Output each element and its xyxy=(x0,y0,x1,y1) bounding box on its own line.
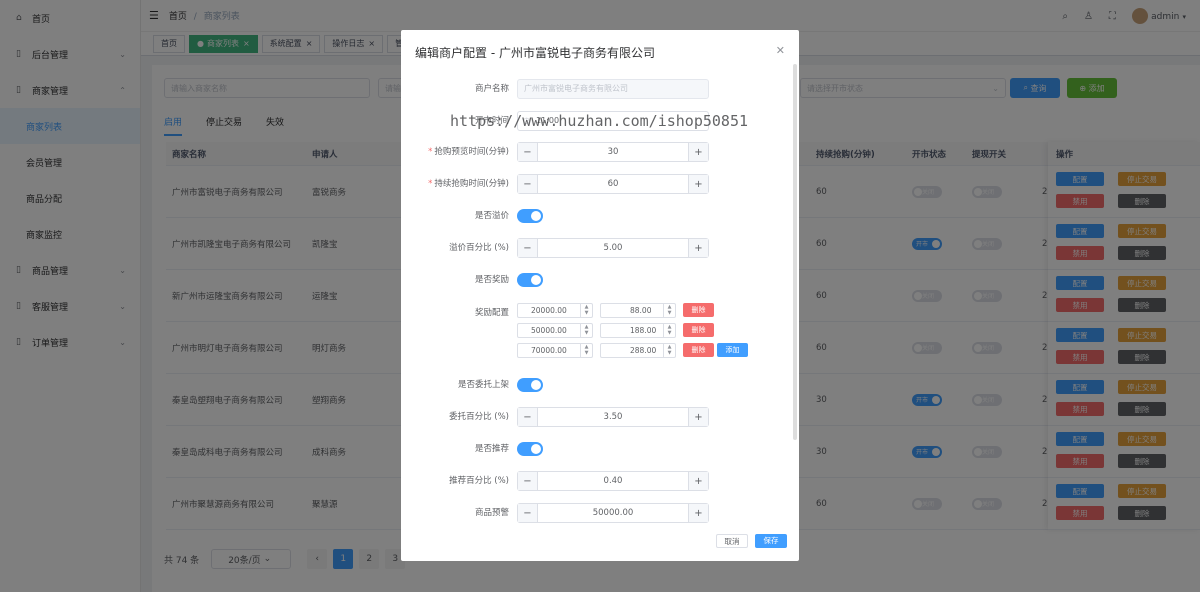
reward-add-button[interactable]: 添加 xyxy=(717,343,748,357)
recommend-toggle[interactable] xyxy=(517,442,543,456)
form-row-duration: * 持续抢购时间(分钟) − 60 + xyxy=(401,174,799,194)
form-row-entrust-pct: 委托百分比 (%) − 3.50 + xyxy=(401,407,799,427)
field-label: 是否溢价 xyxy=(474,211,509,221)
field-label: * 抢购预览时间(分钟) xyxy=(428,147,509,157)
minus-icon[interactable]: − xyxy=(518,175,538,193)
reward-value: 188.00 xyxy=(630,326,657,335)
form-row-warning: 商品预警 − 50000.00 + xyxy=(401,503,799,523)
reward-amount-input[interactable]: 50000.00 ▲ ▼ xyxy=(517,323,593,338)
reward-amount: 20000.00 xyxy=(531,306,567,315)
stepper-value: 50000.00 xyxy=(592,508,634,518)
reward-delete-button[interactable]: 删除 xyxy=(683,303,714,317)
plus-icon[interactable]: + xyxy=(688,408,708,426)
label-text: 抢购预览时间(分钟) xyxy=(434,147,509,157)
minus-icon[interactable]: − xyxy=(518,143,538,161)
cancel-button[interactable]: 取消 xyxy=(716,534,748,548)
dialog-title: 编辑商户配置 - 广州市富锐电子商务有限公司 xyxy=(415,46,655,60)
form-row-reward-config: 奖励配置 20000.00 ▲ ▼ 88.00 ▲ ▼ 删除 50000.00 ▲ ▼ 188.00… xyxy=(401,303,799,363)
field-label: 是否委托上架 xyxy=(457,380,509,390)
form-row-preview: * 抢购预览时间(分钟) − 30 + xyxy=(401,142,799,162)
reward-amount: 70000.00 xyxy=(531,346,567,355)
reward-value: 288.00 xyxy=(630,346,657,355)
form-row-entrust: 是否委托上架 xyxy=(401,375,799,395)
warning-stepper[interactable]: − 50000.00 + xyxy=(517,503,709,523)
close-icon[interactable]: ✕ xyxy=(776,44,785,57)
edit-merchant-dialog: 编辑商户配置 - 广州市富锐电子商务有限公司 ✕ 商户名称 广州市富锐电子商务有… xyxy=(401,30,799,561)
field-label: 商户名称 xyxy=(474,84,509,94)
stepper-value: 0.40 xyxy=(603,476,623,486)
stepper-value: 3.50 xyxy=(603,412,623,422)
watermark: https://www.huzhan.com/ishop50851 xyxy=(450,112,749,130)
save-button[interactable]: 保存 xyxy=(755,534,787,548)
stepper-value: 30 xyxy=(607,147,619,157)
label-text: 持续抢购时间(分钟) xyxy=(434,179,509,189)
plus-icon[interactable]: + xyxy=(688,143,708,161)
spin-icon[interactable]: ▲ ▼ xyxy=(663,324,675,337)
plus-icon[interactable]: + xyxy=(688,175,708,193)
reward-amount-input[interactable]: 70000.00 ▲ ▼ xyxy=(517,343,593,358)
field-label: 是否奖励 xyxy=(474,275,509,285)
reward-delete-button[interactable]: 删除 xyxy=(683,343,714,357)
duration-stepper[interactable]: − 60 + xyxy=(517,174,709,194)
field-label: 是否推荐 xyxy=(474,444,509,454)
reward-toggle[interactable] xyxy=(517,273,543,287)
reward-value: 88.00 xyxy=(630,306,652,315)
minus-icon[interactable]: − xyxy=(518,408,538,426)
stepper-value: 5.00 xyxy=(603,243,623,253)
entrust-pct-stepper[interactable]: − 3.50 + xyxy=(517,407,709,427)
spin-icon[interactable]: ▲ ▼ xyxy=(663,344,675,357)
form-row-premium-pct: 溢价百分比 (%) − 5.00 + xyxy=(401,238,799,258)
field-label: 商品预警 xyxy=(474,508,509,518)
premium-pct-stepper[interactable]: − 5.00 + xyxy=(517,238,709,258)
form-row-premium: 是否溢价 xyxy=(401,206,799,226)
plus-icon[interactable]: + xyxy=(688,504,708,522)
stepper-value: 60 xyxy=(607,179,619,189)
field-label: 推荐百分比 (%) xyxy=(449,476,509,486)
spin-icon[interactable]: ▲ ▼ xyxy=(580,344,592,357)
field-label: 委托百分比 (%) xyxy=(449,412,509,422)
minus-icon[interactable]: − xyxy=(518,239,538,257)
reward-value-input[interactable]: 288.00 ▲ ▼ xyxy=(600,343,676,358)
minus-icon[interactable]: − xyxy=(518,504,538,522)
preview-time-stepper[interactable]: − 30 + xyxy=(517,142,709,162)
field-label: * 持续抢购时间(分钟) xyxy=(428,179,509,189)
spin-icon[interactable]: ▲ ▼ xyxy=(663,304,675,317)
field-label: 溢价百分比 (%) xyxy=(449,243,509,253)
reward-amount-input[interactable]: 20000.00 ▲ ▼ xyxy=(517,303,593,318)
reward-delete-button[interactable]: 删除 xyxy=(683,323,714,337)
spin-icon[interactable]: ▲ ▼ xyxy=(580,324,592,337)
field-label: 奖励配置 xyxy=(474,308,509,318)
minus-icon[interactable]: − xyxy=(518,472,538,490)
reward-value-input[interactable]: 88.00 ▲ ▼ xyxy=(600,303,676,318)
recommend-pct-stepper[interactable]: − 0.40 + xyxy=(517,471,709,491)
reward-value-input[interactable]: 188.00 ▲ ▼ xyxy=(600,323,676,338)
form-row-merchant: 商户名称 广州市富锐电子商务有限公司 xyxy=(401,79,799,99)
plus-icon[interactable]: + xyxy=(688,239,708,257)
premium-toggle[interactable] xyxy=(517,209,543,223)
reward-amount: 50000.00 xyxy=(531,326,567,335)
merchant-name-field: 广州市富锐电子商务有限公司 xyxy=(517,79,709,99)
form-row-recommend: 是否推荐 xyxy=(401,439,799,459)
form-row-recommend-pct: 推荐百分比 (%) − 0.40 + xyxy=(401,471,799,491)
entrust-toggle[interactable] xyxy=(517,378,543,392)
spin-icon[interactable]: ▲ ▼ xyxy=(580,304,592,317)
form-row-reward: 是否奖励 xyxy=(401,270,799,290)
plus-icon[interactable]: + xyxy=(688,472,708,490)
